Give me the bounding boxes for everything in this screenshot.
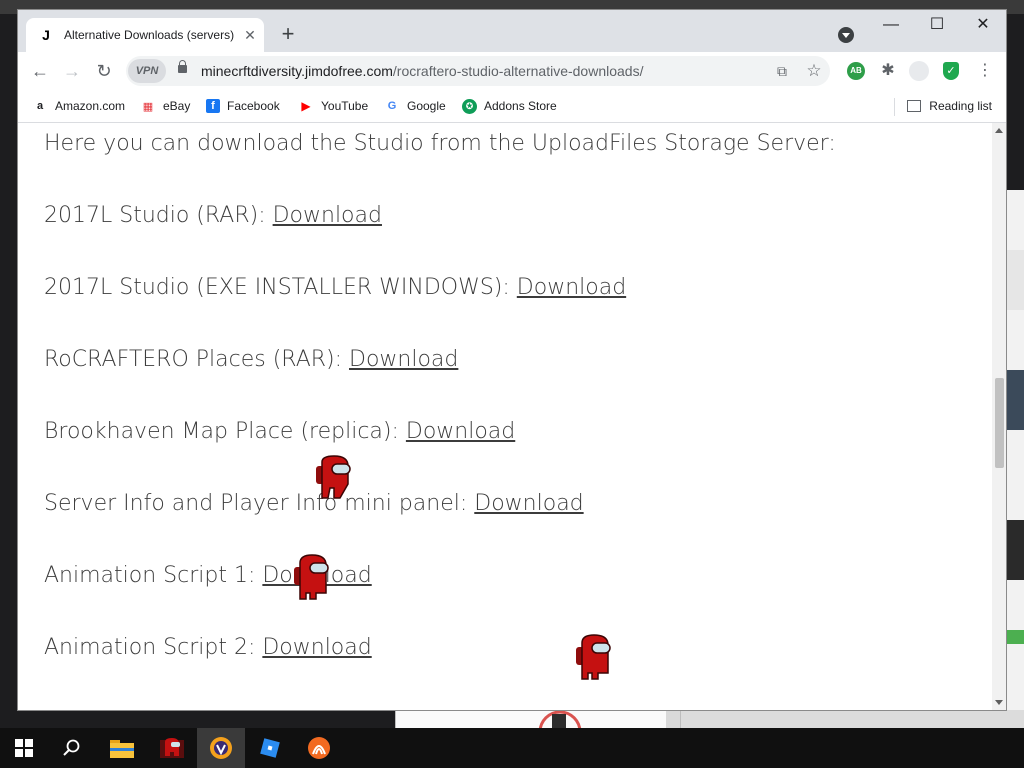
profile-avatar-icon[interactable] xyxy=(909,61,929,81)
taskbar-roblox-studio[interactable] xyxy=(246,728,294,768)
tab-strip: J Alternative Downloads (servers) ✕ + — … xyxy=(18,10,1006,52)
background-panel xyxy=(1007,250,1024,310)
addons-store-icon: ✪ xyxy=(462,98,477,114)
bookmark-label: Facebook xyxy=(227,99,280,113)
close-window-button[interactable]: ✕ xyxy=(960,10,1006,40)
google-icon: G xyxy=(387,100,397,112)
download-label: Brookhaven Map Place (replica): xyxy=(44,419,406,444)
maximize-button[interactable]: ☐ xyxy=(914,10,960,40)
tab-search-icon[interactable] xyxy=(838,27,854,43)
download-label: RoCRAFTERO Places (RAR): xyxy=(44,347,350,372)
background-green-strip xyxy=(1007,630,1024,644)
background-panel xyxy=(1007,370,1024,430)
scrollbar-thumb[interactable] xyxy=(995,378,1004,468)
download-label: Server Info and Player Info mini panel: xyxy=(44,491,475,516)
reading-list-button[interactable]: Reading list xyxy=(907,96,992,116)
bookmark-label: Addons Store xyxy=(484,99,557,113)
bookmark-google[interactable]: G Google xyxy=(384,96,446,116)
browser-toolbar: ← → ↻ VPN minecrftdiversity.jimdofree.co… xyxy=(18,52,1006,90)
background-window-right xyxy=(1006,190,1024,710)
reading-list-label: Reading list xyxy=(929,99,992,113)
download-row: 2017L Studio (RAR): Download xyxy=(44,203,382,228)
bookmark-star-icon[interactable]: ☆ xyxy=(804,61,824,81)
bookmarks-bar: a Amazon.com ▦ eBay f Facebook ▶ YouTube G Go… xyxy=(18,90,1006,123)
youtube-icon: ▶ xyxy=(301,99,311,113)
translate-icon[interactable]: ⧉ xyxy=(772,61,792,81)
bookmark-label: Google xyxy=(407,99,446,113)
amazon-icon: a xyxy=(36,100,44,112)
bookmark-label: eBay xyxy=(163,99,191,113)
taskbar-among-us[interactable] xyxy=(148,728,196,768)
amongus-character-icon xyxy=(294,554,329,600)
taskbar-app[interactable] xyxy=(295,728,343,768)
url-path: /rocraftero-studio-alternative-downloads… xyxy=(392,63,644,79)
bookmark-label: YouTube xyxy=(321,99,369,113)
download-row: 2017L Studio (EXE INSTALLER WINDOWS): Do… xyxy=(44,275,626,300)
adblock-extension-icon[interactable]: AB xyxy=(847,62,865,80)
lock-icon[interactable] xyxy=(178,60,187,73)
amongus-character-icon xyxy=(316,455,351,499)
download-row: RoCRAFTERO Places (RAR): Download xyxy=(44,347,458,372)
vpn-icon[interactable]: VPN xyxy=(128,59,166,83)
ebay-icon: ▦ xyxy=(142,100,154,113)
vertical-scrollbar[interactable] xyxy=(992,123,1006,710)
forward-button[interactable]: → xyxy=(58,59,86,83)
bookmark-addons-store[interactable]: ✪ Addons Store xyxy=(462,96,557,116)
taskbar-file-explorer[interactable] xyxy=(98,728,146,768)
url-text[interactable]: minecrftdiversity.jimdofree.com/rocrafte… xyxy=(201,63,643,79)
amongus-character-icon xyxy=(576,634,611,680)
tab-title: Alternative Downloads (servers) xyxy=(64,28,235,42)
minimize-button[interactable]: — xyxy=(868,10,914,40)
search-icon xyxy=(63,739,80,756)
windows-logo-icon xyxy=(15,739,33,757)
address-bar[interactable]: VPN minecrftdiversity.jimdofree.com/rocr… xyxy=(126,56,830,86)
download-link[interactable]: Download xyxy=(349,347,458,372)
download-row: Animation Script 2: Download xyxy=(44,635,372,660)
start-button[interactable] xyxy=(0,728,48,768)
tab-close-icon[interactable]: ✕ xyxy=(242,27,258,44)
among-us-app-icon xyxy=(160,738,184,758)
download-label: 2017L Studio (EXE INSTALLER WINDOWS): xyxy=(44,275,517,300)
browser-app-icon xyxy=(210,737,232,759)
download-label: Animation Script 2: xyxy=(44,635,263,660)
bookmark-ebay[interactable]: ▦ eBay xyxy=(140,96,191,116)
orange-app-icon xyxy=(308,737,330,759)
scroll-up-arrow-icon[interactable] xyxy=(995,128,1003,133)
bookmark-facebook[interactable]: f Facebook xyxy=(206,96,280,116)
bookmark-label: Amazon.com xyxy=(55,99,126,113)
reload-button[interactable]: ↻ xyxy=(90,59,118,83)
taskbar-browser[interactable] xyxy=(197,728,245,768)
taskbar xyxy=(0,728,1024,768)
download-link[interactable]: Download xyxy=(262,635,371,660)
bookmark-amazon[interactable]: a Amazon.com xyxy=(32,96,125,116)
tab-alternative-downloads[interactable]: J Alternative Downloads (servers) ✕ xyxy=(26,18,264,52)
roblox-studio-icon xyxy=(260,738,280,758)
reading-list-icon xyxy=(907,100,922,112)
background-panel xyxy=(1007,520,1024,580)
shield-extension-icon[interactable]: ✓ xyxy=(943,62,959,80)
download-label: Animation Script 1: xyxy=(44,563,263,588)
download-link[interactable]: Download xyxy=(517,275,626,300)
facebook-icon: f xyxy=(206,99,220,113)
new-tab-button[interactable]: + xyxy=(276,22,300,46)
download-row: Brookhaven Map Place (replica): Download xyxy=(44,419,515,444)
download-link[interactable]: Download xyxy=(474,491,583,516)
page-content: Here you can download the Studio from th… xyxy=(18,123,992,710)
download-link[interactable]: Download xyxy=(406,419,515,444)
page-heading: Here you can download the Studio from th… xyxy=(44,131,836,156)
back-button[interactable]: ← xyxy=(26,59,54,83)
bookmarks-separator xyxy=(894,98,895,116)
site-favicon-icon: J xyxy=(42,27,50,43)
scroll-down-arrow-icon[interactable] xyxy=(995,700,1003,705)
download-link[interactable]: Download xyxy=(273,203,382,228)
browser-window: J Alternative Downloads (servers) ✕ + — … xyxy=(18,10,1006,710)
menu-kebab-icon[interactable]: ⋮ xyxy=(975,61,995,81)
extensions-puzzle-icon[interactable]: ✱ xyxy=(878,61,898,81)
bookmark-youtube[interactable]: ▶ YouTube xyxy=(298,96,368,116)
search-button[interactable] xyxy=(48,728,96,768)
url-domain: minecrftdiversity.jimdofree.com xyxy=(201,63,393,79)
download-label: 2017L Studio (RAR): xyxy=(44,203,273,228)
folder-icon xyxy=(110,740,134,758)
